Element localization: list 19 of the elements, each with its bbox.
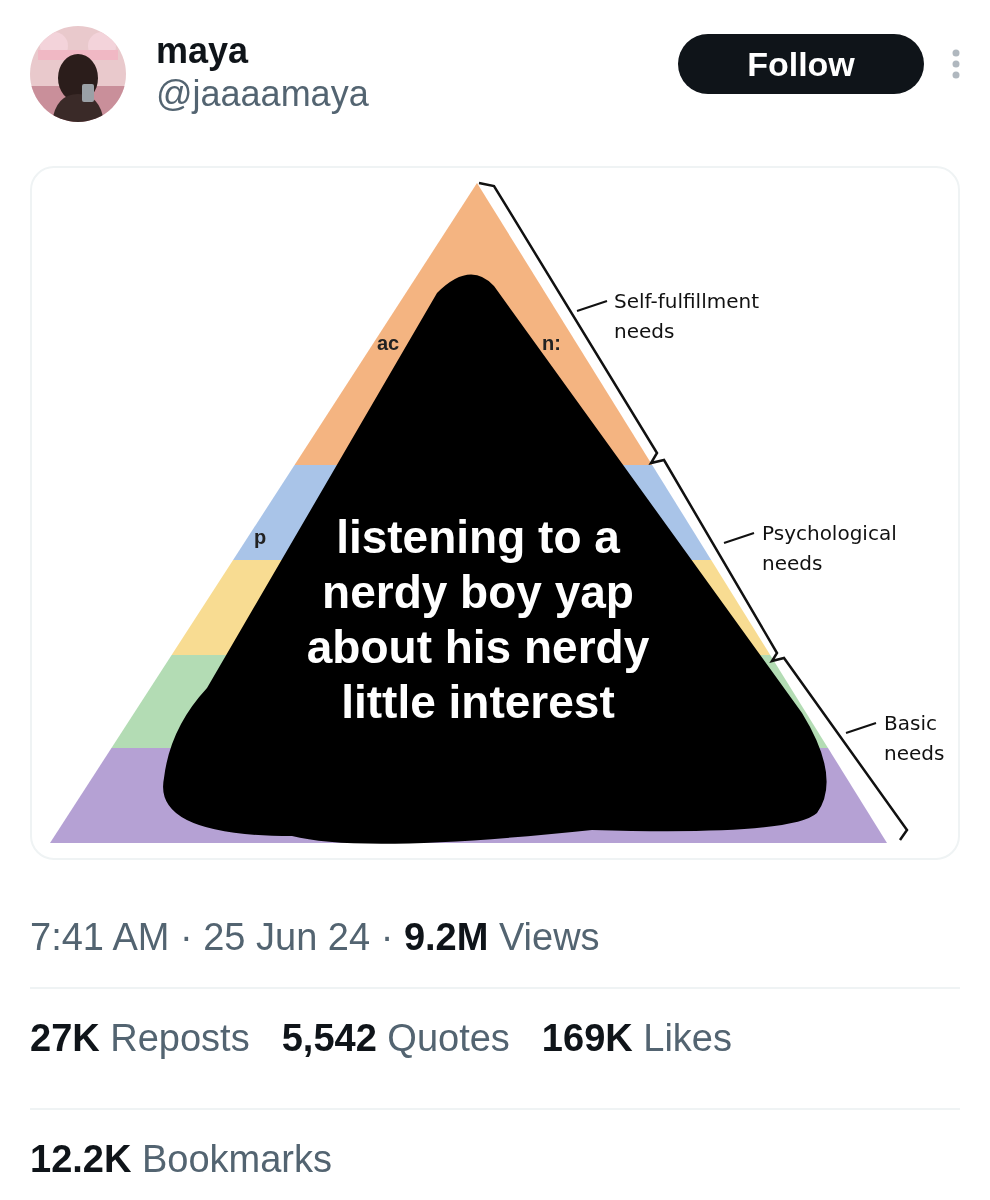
bookmarks-link[interactable]: 12.2K Bookmarks — [30, 1138, 333, 1180]
leader-line — [845, 722, 877, 734]
leader-line — [576, 300, 608, 312]
leader-line — [723, 532, 755, 544]
stat-link[interactable]: 169K Likes — [541, 1017, 732, 1060]
level-label: Basic needs — [884, 711, 945, 765]
follow-button[interactable]: Follow — [678, 34, 924, 94]
diagram-label: ac — [377, 332, 400, 354]
stat-link[interactable]: 27K Reposts — [30, 1017, 250, 1060]
stat-link[interactable]: 5,542 Quotes — [281, 1017, 510, 1060]
meme-caption: listening to a nerdy boy yap about his nerdy little interest — [306, 511, 650, 728]
diagram-label: p — [254, 526, 267, 548]
post-timestamp: 7:41 AM · 25 Jun 24 · 9.2M Views — [30, 916, 601, 959]
user-handle: @jaaaamaya — [156, 72, 370, 116]
level-label: Self-fulfillment needs — [614, 289, 759, 343]
more-icon[interactable] — [952, 49, 960, 79]
display-name: maya — [156, 31, 250, 71]
level-label: Psychological needs — [762, 521, 897, 575]
diagram-label: n: — [542, 332, 561, 354]
